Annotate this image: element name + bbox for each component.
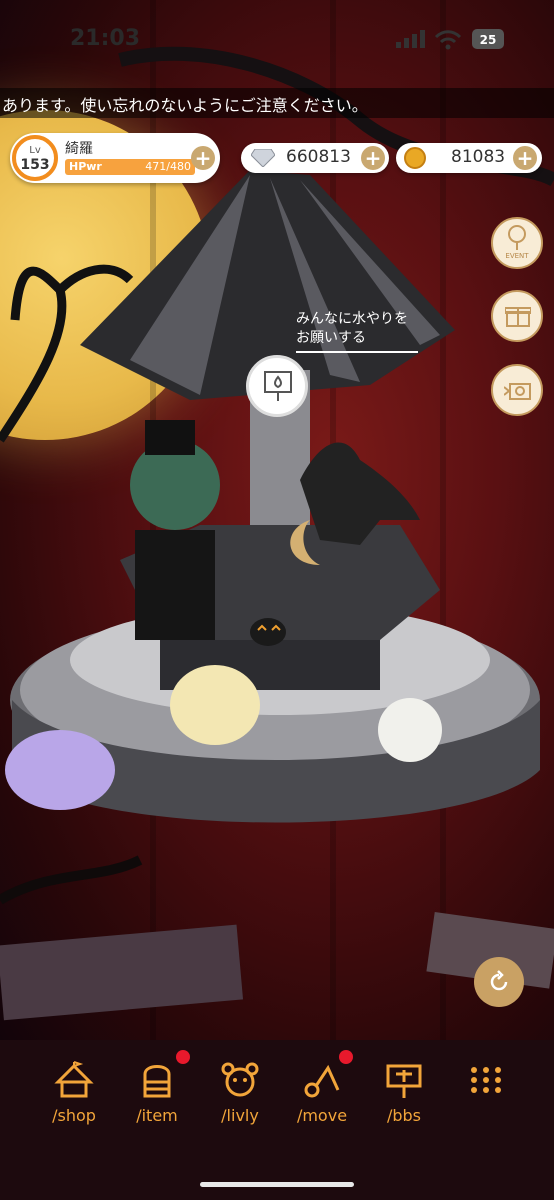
water-prompt-line2: お願いする <box>296 330 366 346</box>
event-balloon-icon <box>508 225 526 250</box>
clock: 21:03 <box>70 26 141 51</box>
battery-level: 25 <box>479 33 497 47</box>
watering-button[interactable] <box>246 355 308 417</box>
wifi-icon <box>434 30 462 50</box>
event-button[interactable]: EVENT <box>491 217 543 269</box>
gift-icon <box>505 307 531 327</box>
nav-label: /shop <box>52 1106 96 1125</box>
livly-face-icon <box>221 1062 259 1097</box>
gem-add-button[interactable]: + <box>361 146 385 170</box>
hp-bar: HPwr 471/480 <box>65 159 195 175</box>
coin-add-button[interactable]: + <box>513 146 537 170</box>
notice-text: あります。使い忘れのないようにご注意ください。 <box>2 96 368 115</box>
move-icon <box>304 1064 340 1098</box>
water-prompt-line1: みんなに水やりを <box>296 311 408 327</box>
game-scene[interactable]: 21:03 25 あります。使い忘れのないようにご注意ください。 Lv 153 … <box>0 0 554 1040</box>
watering-sign-icon <box>264 371 292 401</box>
item-notification-badge <box>176 1050 190 1064</box>
profile-panel[interactable]: Lv 153 綺羅 HPwr 471/480 + <box>10 133 220 183</box>
hp-label: HPwr <box>69 160 102 173</box>
level-badge: Lv 153 <box>12 135 58 181</box>
home-indicator[interactable] <box>200 1182 354 1187</box>
camera-button[interactable] <box>491 364 543 416</box>
signboard-icon <box>386 1064 422 1098</box>
notice-ticker: あります。使い忘れのないようにご注意ください。 <box>0 88 554 118</box>
coin-count: 81083 <box>451 147 506 167</box>
diamond-icon <box>251 149 275 167</box>
coin-counter[interactable]: 81083 + <box>396 143 542 173</box>
player-name: 綺羅 <box>65 141 93 157</box>
nav-bbs[interactable]: /bbs <box>364 1060 444 1125</box>
refresh-icon <box>490 970 508 991</box>
hp-add-button[interactable]: + <box>191 146 215 170</box>
battery-icon: 25 <box>472 29 504 49</box>
nav-shop[interactable]: /shop <box>34 1060 114 1125</box>
prompt-underline <box>296 351 418 353</box>
cellular-signal-icon <box>396 30 425 48</box>
nav-label: /bbs <box>386 1106 422 1125</box>
refresh-button[interactable] <box>474 957 524 1007</box>
nav-label: /move <box>296 1106 348 1125</box>
nav-move[interactable]: /move <box>282 1060 362 1125</box>
grid-menu-icon <box>471 1067 501 1093</box>
nav-label: /item <box>136 1106 178 1125</box>
nav-label: /livly <box>221 1106 259 1125</box>
move-notification-badge <box>339 1050 353 1064</box>
gem-counter[interactable]: 660813 + <box>241 143 389 173</box>
nav-item[interactable]: /item <box>117 1060 197 1125</box>
gift-button[interactable] <box>491 290 543 342</box>
tent-icon <box>54 1061 94 1098</box>
camera-icon <box>504 383 531 400</box>
coin-icon <box>404 147 426 169</box>
nav-more[interactable] <box>446 1060 526 1100</box>
bottom-nav: /shop /item /livly /move /bbs <box>0 1040 554 1200</box>
level-value: 153 <box>20 157 50 173</box>
nav-livly[interactable]: /livly <box>200 1060 280 1125</box>
water-prompt: みんなに水やりを お願いする <box>296 310 408 348</box>
level-label: Lv <box>29 145 41 156</box>
gem-count: 660813 <box>286 147 351 167</box>
status-bar: 21:03 25 <box>0 0 554 80</box>
hp-value: 471/480 <box>145 160 191 173</box>
event-label: EVENT <box>505 252 529 260</box>
dresser-icon <box>143 1065 171 1098</box>
